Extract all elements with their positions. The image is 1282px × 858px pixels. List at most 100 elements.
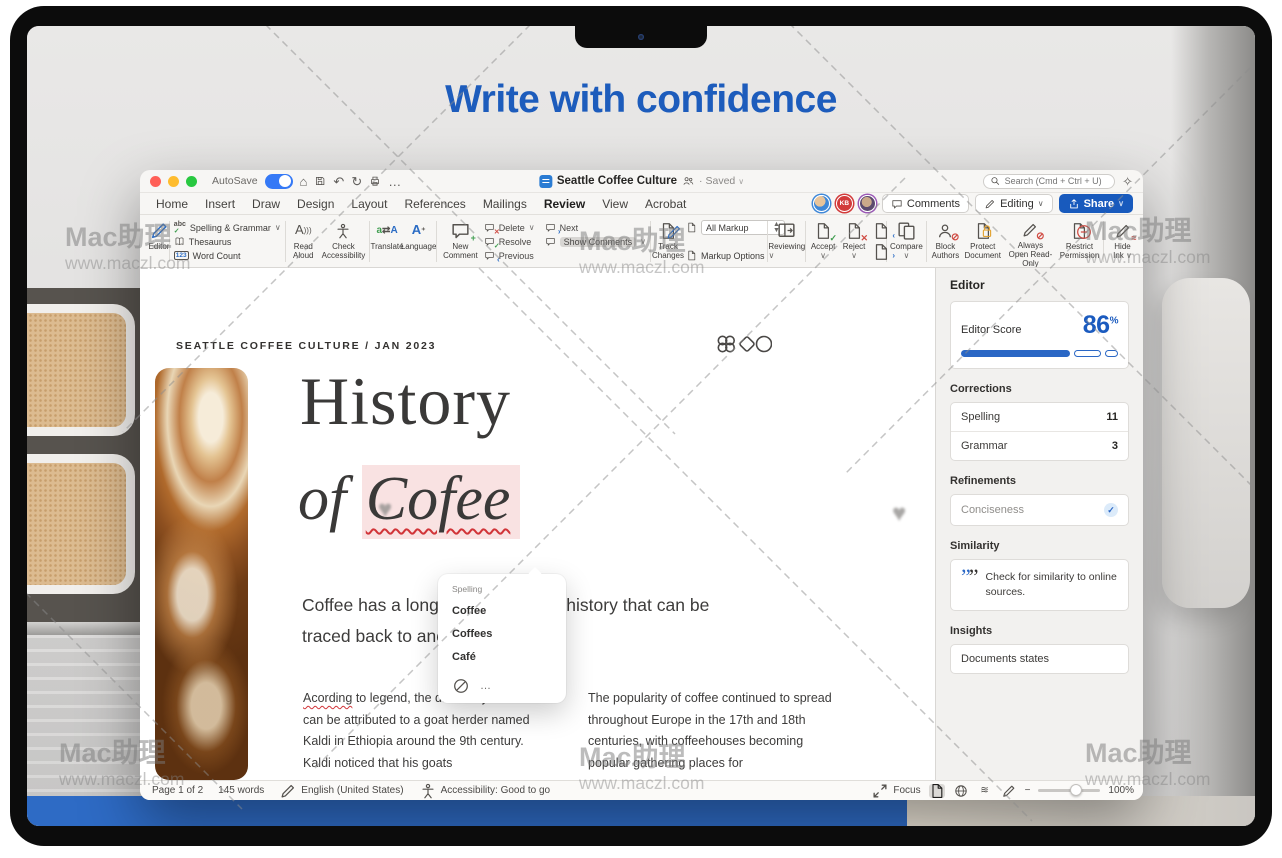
zoom-level[interactable]: 100% (1108, 785, 1134, 796)
similarity-title: Similarity (950, 540, 1129, 552)
print-layout-view-button[interactable] (929, 784, 945, 798)
web-layout-view-button[interactable] (953, 784, 969, 798)
minimize-window-button[interactable] (168, 176, 179, 187)
status-bar: Page 1 of 2 145 words English (United St… (140, 780, 1143, 800)
check-accessibility-button[interactable]: Check Accessibility (320, 218, 367, 265)
laptop-frame: Write with confidence AutoSave ⌂ ↶ ↻ … S… (10, 6, 1272, 846)
read-aloud-button[interactable]: A))) Read Aloud (288, 218, 319, 265)
saved-status[interactable]: · Saved ∨ (699, 175, 744, 187)
language-status[interactable]: English (United States) (279, 782, 403, 800)
spelling-abc-icon: abc✓ (174, 221, 186, 235)
suggestion-item[interactable]: Coffees (452, 628, 552, 640)
zoom-out-button[interactable]: − (1025, 785, 1031, 796)
misspelled-word[interactable]: Acording (303, 691, 352, 705)
zoom-slider-knob[interactable] (1070, 784, 1082, 796)
new-comment-button[interactable]: + New Comment (439, 218, 482, 265)
document-canvas[interactable]: SEATTLE COFFEE CULTURE / JAN 2023 Histor… (140, 268, 935, 780)
read-aloud-icon: A))) (295, 221, 312, 240)
reviewing-pane-button[interactable]: Reviewing (770, 218, 803, 265)
pencil-icon (984, 198, 996, 210)
print-icon[interactable] (369, 175, 381, 187)
share-button[interactable]: Share∨ (1059, 194, 1133, 213)
word-count-button[interactable]: 123 Word Count (174, 249, 281, 262)
tab-view[interactable]: View (602, 197, 628, 211)
next-comment-button[interactable]: › Next (545, 221, 646, 234)
grammar-corrections-row[interactable]: Grammar 3 (951, 431, 1128, 460)
hide-ink-button[interactable]: ≈ Hide Ink ∨ (1106, 218, 1139, 265)
block-authors-button[interactable]: ⊘ Block Authors (929, 218, 961, 265)
tab-mailings[interactable]: Mailings (483, 197, 527, 211)
track-changes-button[interactable]: Track Changes (653, 218, 683, 265)
language-button[interactable]: A⁺ Language (403, 218, 434, 265)
screen: Write with confidence AutoSave ⌂ ↶ ↻ … S… (27, 26, 1255, 826)
editing-mode-button[interactable]: Editing∨ (975, 194, 1053, 213)
always-open-read-only-button[interactable]: ⊘ Always Open Read-Only (1004, 218, 1057, 265)
outline-view-button[interactable]: ≋ (977, 784, 993, 798)
tab-acrobat[interactable]: Acrobat (645, 197, 686, 211)
protect-document-icon (974, 221, 992, 240)
decorative-shapes (716, 332, 772, 356)
editor-score-label: Editor Score (961, 324, 1022, 336)
undo-icon[interactable]: ↶ (333, 175, 344, 188)
tab-references[interactable]: References (404, 197, 465, 211)
comment-icon (891, 198, 903, 210)
ignore-icon[interactable] (452, 677, 470, 695)
tab-design[interactable]: Design (297, 197, 334, 211)
score-bar-filled (961, 350, 1070, 357)
translate-icon: a⇄A (376, 221, 397, 240)
more-options-button[interactable]: … (480, 680, 491, 692)
thesaurus-button[interactable]: Thesaurus (174, 235, 281, 248)
tab-draw[interactable]: Draw (252, 197, 280, 211)
document-heading-line2: of Cofee (298, 464, 520, 535)
home-icon[interactable]: ⌂ (300, 175, 308, 188)
ribbon-tab-row: Home Insert Draw Design Layout Reference… (140, 193, 1143, 215)
similarity-card[interactable]: ”” Check for similarity to online source… (950, 559, 1129, 611)
spelling-suggestions-popup: Spelling Coffee Coffees Café … (438, 574, 566, 703)
avatar[interactable] (813, 195, 830, 212)
tab-home[interactable]: Home (156, 197, 188, 211)
previous-change-icon[interactable]: ‹ (872, 226, 890, 237)
accept-change-button[interactable]: ✓ Accept ∨ (808, 218, 838, 265)
delete-comment-button[interactable]: ✕ Delete∨ (484, 221, 535, 234)
tab-layout[interactable]: Layout (351, 197, 387, 211)
autosave-toggle[interactable] (265, 174, 293, 189)
restrict-permission-button[interactable]: Restrict Permission (1058, 218, 1101, 265)
suggestion-item[interactable]: Café (452, 651, 552, 663)
grammar-count: 3 (1112, 440, 1118, 452)
focus-mode-button[interactable]: Focus (871, 782, 920, 800)
comments-button[interactable]: Comments (882, 194, 969, 213)
suggestion-item[interactable]: Coffee (452, 605, 552, 617)
document-stats-row[interactable]: Documents states (951, 645, 1128, 673)
show-comments-button[interactable]: Show Comments∨ (545, 235, 646, 248)
zoom-window-button[interactable] (186, 176, 197, 187)
ribbon: Editor abc✓ Spelling & Grammar∨ Thesauru… (140, 215, 1143, 268)
accessibility-status[interactable]: Accessibility: Good to go (419, 782, 551, 800)
background-food-tray (27, 304, 135, 436)
search-box[interactable] (983, 174, 1115, 189)
spelling-corrections-row[interactable]: Spelling 11 (951, 403, 1128, 431)
spelling-grammar-button[interactable]: abc✓ Spelling & Grammar∨ (174, 221, 281, 234)
tab-review[interactable]: Review (544, 197, 585, 211)
protect-document-button[interactable]: Protect Document (963, 218, 1003, 265)
next-change-icon[interactable]: › (872, 246, 890, 257)
avatar[interactable] (859, 195, 876, 212)
connections-icon[interactable]: ✧ (1122, 175, 1133, 188)
save-icon[interactable] (314, 175, 326, 187)
avatar[interactable]: KB (836, 195, 853, 212)
popup-header: Spelling (452, 584, 552, 594)
resolve-comment-button[interactable]: ✓ Resolve (484, 235, 535, 248)
previous-comment-button[interactable]: ‹ Previous (484, 249, 535, 262)
more-toolbar-icon[interactable]: … (388, 175, 401, 188)
page-indicator[interactable]: Page 1 of 2 (152, 785, 203, 796)
reject-change-button[interactable]: ✕ Reject ∨ (839, 218, 869, 265)
redo-icon[interactable]: ↻ (351, 175, 362, 188)
conciseness-row[interactable]: Conciseness ✓ (951, 495, 1128, 525)
tab-insert[interactable]: Insert (205, 197, 235, 211)
zoom-slider[interactable] (1038, 789, 1100, 792)
draft-view-button[interactable] (1001, 784, 1017, 798)
translate-button[interactable]: a⇄A Translate (372, 218, 402, 265)
document-title: Seattle Coffee Culture (557, 175, 677, 187)
search-input[interactable] (1005, 176, 1108, 186)
word-count-status[interactable]: 145 words (218, 785, 264, 796)
close-window-button[interactable] (150, 176, 161, 187)
